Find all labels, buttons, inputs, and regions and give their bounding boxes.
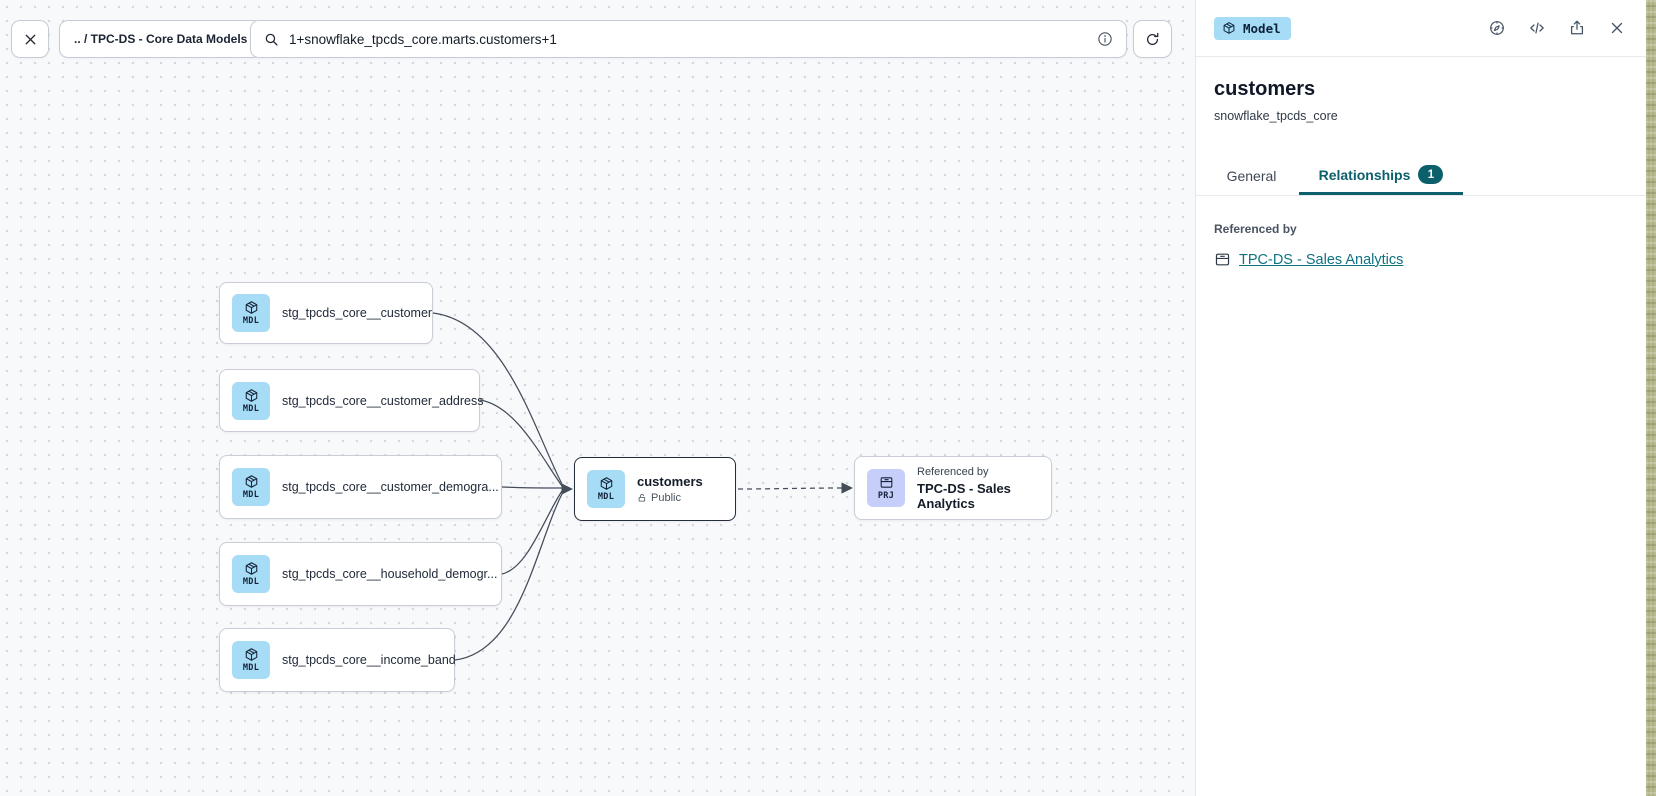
cube-icon — [599, 476, 614, 491]
panel-tabs: General Relationships 1 — [1196, 157, 1646, 196]
desktop-wallpaper-strip — [1646, 0, 1656, 796]
share-button[interactable] — [1567, 19, 1586, 38]
explore-compass-button[interactable] — [1487, 19, 1506, 38]
page-title: customers — [1214, 78, 1628, 101]
cube-icon — [244, 388, 259, 403]
node-type-badge: MDL — [598, 492, 614, 502]
lineage-edges — [0, 0, 1195, 796]
lock-open-icon — [637, 493, 647, 503]
cube-icon — [244, 474, 259, 489]
model-icon: MDL — [232, 382, 270, 420]
cube-icon — [1222, 21, 1236, 35]
breadcrumb[interactable]: .. / TPC-DS - Core Data Models — [59, 20, 262, 58]
resource-type-badge: Model — [1214, 17, 1291, 40]
lineage-node-stg-household-demographics[interactable]: MDL stg_tpcds_core__household_demogr... — [219, 542, 502, 606]
model-icon: MDL — [232, 468, 270, 506]
node-label: TPC-DS - Sales Analytics — [917, 481, 1039, 511]
node-type-badge: MDL — [243, 490, 259, 500]
lineage-node-stg-customer-address[interactable]: MDL stg_tpcds_core__customer_address — [219, 369, 480, 432]
lineage-canvas[interactable]: MDL stg_tpcds_core__customer MDL stg_tpc… — [0, 0, 1195, 796]
relationships-count-badge: 1 — [1418, 165, 1443, 184]
tab-general[interactable]: General — [1204, 157, 1299, 195]
lineage-node-stg-customer-demographics[interactable]: MDL stg_tpcds_core__customer_demogra... — [219, 455, 502, 519]
archive-icon — [879, 475, 894, 490]
node-label: stg_tpcds_core__customer — [282, 306, 432, 320]
tab-relationships[interactable]: Relationships 1 — [1299, 157, 1463, 195]
code-icon — [1528, 19, 1546, 37]
lineage-node-stg-customer[interactable]: MDL stg_tpcds_core__customer — [219, 282, 433, 344]
model-icon: MDL — [232, 294, 270, 332]
referenced-project-link[interactable]: TPC-DS - Sales Analytics — [1214, 251, 1403, 268]
close-panel-button[interactable] — [1607, 19, 1626, 38]
lineage-search-bar[interactable] — [250, 20, 1127, 58]
cube-icon — [244, 561, 259, 576]
panel-subtitle: snowflake_tpcds_core — [1214, 109, 1628, 123]
close-icon — [1608, 19, 1626, 37]
panel-header: Model — [1196, 0, 1646, 57]
info-icon[interactable] — [1096, 30, 1114, 48]
lineage-node-referenced-project[interactable]: PRJ Referenced by TPC-DS - Sales Analyti… — [854, 456, 1052, 520]
node-type-badge: MDL — [243, 316, 259, 326]
close-lineage-button[interactable] — [11, 20, 49, 58]
refresh-button[interactable] — [1133, 20, 1172, 58]
share-icon — [1568, 19, 1586, 37]
node-type-badge: MDL — [243, 577, 259, 587]
refresh-icon — [1144, 31, 1161, 48]
node-label: stg_tpcds_core__household_demogr... — [282, 567, 497, 581]
node-label: stg_tpcds_core__customer_demogra... — [282, 480, 499, 494]
lineage-app: MDL stg_tpcds_core__customer MDL stg_tpc… — [0, 0, 1656, 796]
model-icon: MDL — [587, 470, 625, 508]
node-type-badge: PRJ — [878, 491, 894, 501]
cube-icon — [244, 300, 259, 315]
node-kicker: Referenced by — [917, 466, 1039, 478]
compass-icon — [1488, 19, 1506, 37]
node-label: customers — [637, 474, 703, 489]
lineage-node-stg-income-band[interactable]: MDL stg_tpcds_core__income_band — [219, 628, 455, 692]
model-icon: MDL — [232, 641, 270, 679]
cube-icon — [244, 647, 259, 662]
project-icon: PRJ — [867, 469, 905, 507]
lineage-node-customers-selected[interactable]: MDL customers Public — [574, 457, 736, 521]
search-input[interactable] — [289, 32, 1087, 47]
search-icon — [263, 31, 280, 48]
details-panel: Model customers snowflake_tpcds_core — [1195, 0, 1646, 796]
node-type-badge: MDL — [243, 663, 259, 673]
node-type-badge: MDL — [243, 404, 259, 414]
node-access: Public — [637, 492, 703, 504]
model-icon: MDL — [232, 555, 270, 593]
close-icon — [22, 31, 39, 48]
node-label: stg_tpcds_core__customer_address — [282, 394, 484, 408]
node-label: stg_tpcds_core__income_band — [282, 653, 456, 667]
archive-icon — [1214, 251, 1231, 268]
referenced-by-label: Referenced by — [1214, 222, 1628, 236]
view-code-button[interactable] — [1527, 19, 1546, 38]
